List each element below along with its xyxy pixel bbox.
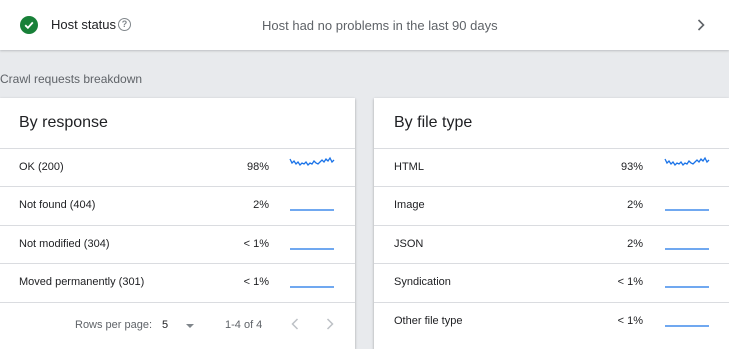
rows-per-page-label: Rows per page: bbox=[75, 319, 153, 331]
sparkline bbox=[664, 156, 710, 167]
row-label: OK (200) bbox=[19, 161, 64, 173]
row-percent: < 1% bbox=[617, 314, 643, 327]
row-label: Not found (404) bbox=[19, 199, 96, 211]
sparkline bbox=[290, 286, 334, 288]
page-range: 1-4 of 4 bbox=[225, 319, 263, 331]
row-percent: 2% bbox=[253, 199, 269, 211]
sparkline bbox=[289, 156, 335, 167]
table-row[interactable]: Not modified (304) < 1% bbox=[0, 224, 355, 264]
table-row[interactable]: HTML 93% bbox=[374, 148, 729, 186]
row-percent: 2% bbox=[627, 237, 643, 250]
row-percent: < 1% bbox=[243, 276, 269, 288]
by-response-card: By response OK (200) 98% Not found (404)… bbox=[0, 98, 355, 349]
sparkline bbox=[665, 247, 709, 250]
row-label: Not modified (304) bbox=[19, 237, 110, 250]
host-status-message: Host had no problems in the last 90 days bbox=[262, 18, 498, 33]
sparkline bbox=[665, 286, 709, 288]
sparkline bbox=[665, 209, 709, 211]
row-label: Image bbox=[394, 199, 425, 211]
file-type-rows: HTML 93% Image 2% JSON 2% Syndication < … bbox=[374, 148, 729, 340]
chevron-right-icon[interactable] bbox=[325, 317, 335, 331]
section-label: Crawl requests breakdown bbox=[0, 72, 143, 86]
row-percent: 98% bbox=[246, 161, 269, 173]
row-label: Moved permanently (301) bbox=[19, 276, 145, 288]
row-percent: 2% bbox=[627, 199, 643, 211]
row-label: Other file type bbox=[394, 314, 463, 327]
check-circle-icon bbox=[20, 16, 38, 34]
row-percent: 93% bbox=[620, 161, 643, 173]
table-row[interactable]: OK (200) 98% bbox=[0, 148, 355, 186]
table-row[interactable]: Image 2% bbox=[374, 186, 729, 225]
rows-per-page-select[interactable]: 5 bbox=[162, 319, 168, 331]
sparkline bbox=[665, 324, 709, 327]
row-label: HTML bbox=[394, 161, 424, 173]
table-row[interactable]: Not found (404) 2% bbox=[0, 186, 355, 225]
by-file-type-card: By file type HTML 93% Image 2% JSON 2% S… bbox=[374, 98, 729, 349]
card-title: By response bbox=[19, 114, 108, 131]
table-row[interactable]: Other file type < 1% bbox=[374, 301, 729, 341]
host-status-bar[interactable]: Host status ? Host had no problems in th… bbox=[0, 0, 729, 50]
table-row[interactable]: Syndication < 1% bbox=[374, 263, 729, 302]
chevron-left-icon[interactable] bbox=[290, 317, 300, 331]
help-icon[interactable]: ? bbox=[118, 18, 131, 31]
row-percent: < 1% bbox=[617, 276, 643, 288]
row-label: Syndication bbox=[394, 276, 451, 288]
table-row[interactable]: Moved permanently (301) < 1% bbox=[0, 263, 355, 302]
row-percent: < 1% bbox=[243, 237, 269, 250]
row-label: JSON bbox=[394, 237, 424, 250]
dropdown-arrow-icon[interactable] bbox=[186, 324, 194, 328]
host-status-title: Host status bbox=[51, 17, 117, 32]
chevron-right-icon[interactable] bbox=[694, 17, 708, 33]
table-row[interactable]: JSON 2% bbox=[374, 224, 729, 264]
response-rows: OK (200) 98% Not found (404) 2% Not modi… bbox=[0, 148, 355, 302]
pagination: Rows per page: 5 1-4 of 4 bbox=[0, 302, 355, 349]
sparkline bbox=[290, 209, 334, 211]
sparkline bbox=[290, 247, 334, 250]
card-title: By file type bbox=[394, 114, 473, 131]
